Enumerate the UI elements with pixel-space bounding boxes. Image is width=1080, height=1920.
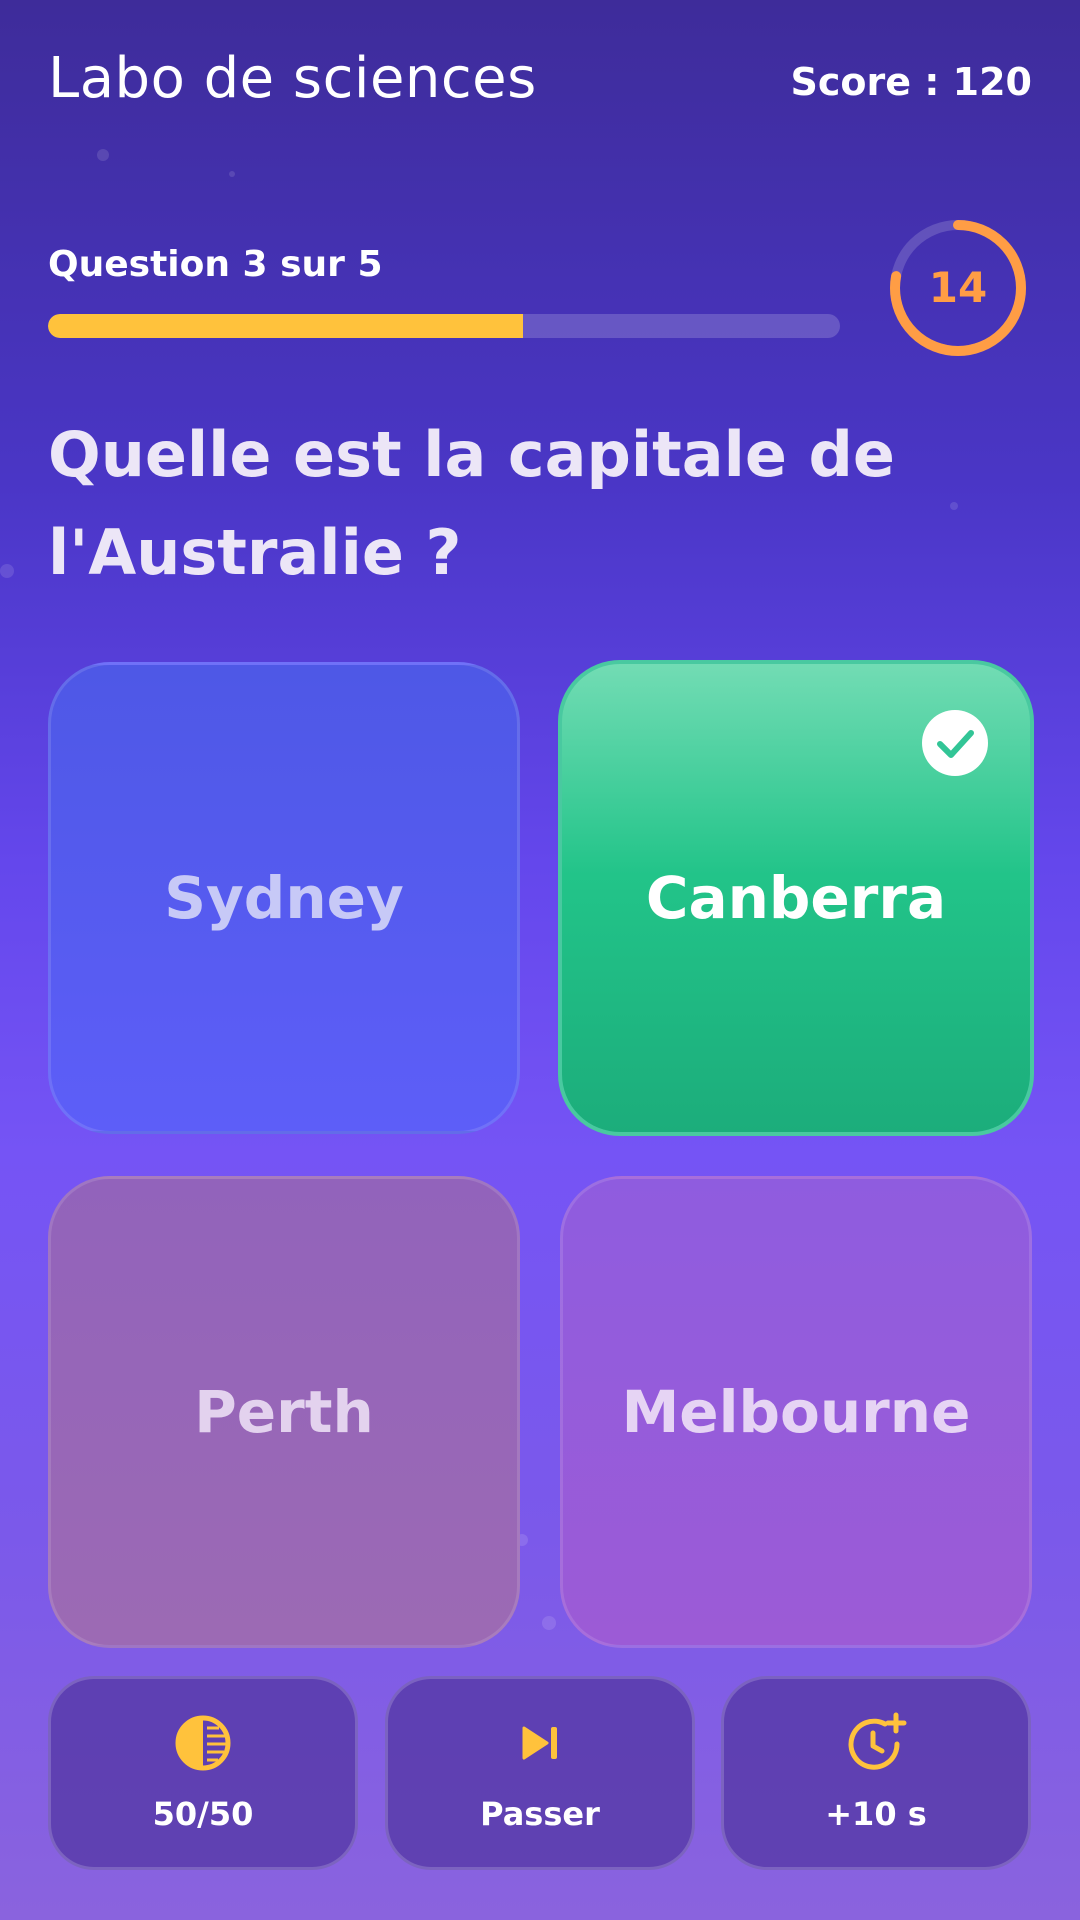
- answer-label: Canberra: [645, 864, 947, 932]
- half-circle-icon: [175, 1715, 231, 1771]
- lifeline-label: 50/50: [152, 1795, 254, 1833]
- lifeline-label: +10 s: [825, 1795, 927, 1833]
- score-display: Score : 120: [790, 60, 1033, 104]
- background-bubble: [97, 149, 109, 161]
- app-title: Labo de sciences: [48, 46, 537, 111]
- progress-bar: [48, 314, 840, 338]
- skip-button[interactable]: Passer: [385, 1676, 695, 1870]
- add-time-button[interactable]: +10 s: [721, 1676, 1031, 1870]
- check-icon: [922, 710, 988, 776]
- question-text: Quelle est la capitale de l'Australie ?: [48, 418, 895, 589]
- answer-option-perth[interactable]: Perth: [48, 1176, 520, 1648]
- background-bubble: [229, 171, 235, 177]
- answer-label: Melbourne: [621, 1378, 971, 1446]
- progress-bar-fill: [48, 314, 524, 338]
- lifeline-label: Passer: [480, 1795, 600, 1833]
- skip-next-icon: [522, 1726, 557, 1760]
- background-bubble: [542, 1616, 556, 1630]
- question-counter: Question 3 sur 5: [48, 244, 383, 285]
- answer-option-canberra[interactable]: Canberra: [558, 660, 1034, 1136]
- timer-plus-icon: [848, 1712, 907, 1770]
- background-bubble: [0, 564, 14, 578]
- background-bubble: [950, 502, 958, 510]
- timer-value: 14: [928, 263, 988, 312]
- fifty-fifty-button[interactable]: 50/50: [48, 1676, 358, 1870]
- answer-option-melbourne[interactable]: Melbourne: [560, 1176, 1032, 1648]
- countdown-timer: 14: [888, 218, 1028, 358]
- answer-option-sydney[interactable]: Sydney: [48, 662, 520, 1134]
- answer-label: Sydney: [164, 864, 404, 932]
- answer-label: Perth: [194, 1378, 374, 1446]
